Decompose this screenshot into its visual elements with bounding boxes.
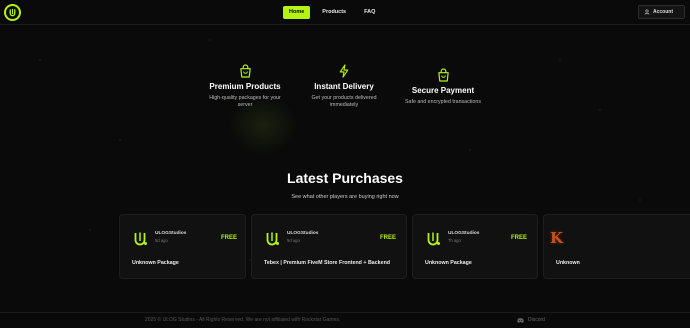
discord-icon [517, 317, 524, 323]
price-badge: FREE [380, 235, 397, 241]
price-badge: FREE [511, 235, 528, 241]
purchase-time: 5d ago [155, 238, 168, 243]
nav-products[interactable]: Products [316, 6, 352, 19]
lightning-bolt-icon [339, 64, 349, 78]
product-thumbnail: K [550, 229, 564, 247]
ulog-logo-icon[interactable] [4, 4, 21, 21]
shopping-bag-icon [239, 64, 251, 78]
seller-name: ULOGStudios [155, 231, 187, 236]
nav-faq[interactable]: FAQ [358, 6, 381, 19]
seller-name: ULOGStudios [448, 231, 480, 236]
feature-premium-products: Premium Products High-quality packages f… [195, 64, 295, 109]
online-dot [144, 242, 147, 245]
latest-purchases-title: Latest Purchases [287, 170, 403, 186]
account-label: Account [653, 9, 673, 15]
purchase-card[interactable]: ULOGStudios 5d ago FREE Tebex | Premium … [251, 214, 407, 279]
feature-desc: High-quality packages for your server [209, 95, 281, 108]
latest-purchases-subtitle: See what other players are buying right … [291, 194, 399, 200]
nav-home[interactable]: Home [283, 5, 311, 19]
feature-desc: Safe and encrypted transactions [405, 99, 481, 105]
discord-link[interactable]: Discord [517, 317, 545, 323]
purchase-card[interactable]: K Unknown [543, 214, 690, 279]
feature-secure-payment: Secure Payment Safe and encrypted transa… [393, 68, 493, 106]
shopping-bag-icon [437, 68, 449, 82]
purchase-card[interactable]: ULOGStudios 5d ago FREE Unknown Package [119, 214, 246, 279]
top-navbar: Home Products FAQ Account [0, 0, 690, 25]
product-name: Tebex | Premium FiveM Store Frontend + B… [264, 260, 391, 266]
product-name: Unknown Package [132, 260, 179, 266]
main-nav: Home Products FAQ [283, 5, 381, 19]
feature-title: Premium Products [209, 82, 281, 91]
feature-desc: Get your products delivered immediately [311, 95, 377, 108]
feature-title: Instant Delivery [314, 82, 374, 91]
footer: 2025 © ULOG Studios - All Rights Reserve… [0, 312, 690, 328]
feature-instant-delivery: Instant Delivery Get your products deliv… [294, 64, 394, 109]
user-icon [644, 9, 650, 15]
discord-label: Discord [528, 317, 545, 323]
purchase-time: 7h ago [448, 238, 461, 243]
product-name: Unknown Package [425, 260, 472, 266]
online-dot [276, 242, 279, 245]
copyright-text: 2025 © ULOG Studios - All Rights Reserve… [145, 317, 341, 323]
price-badge: FREE [221, 235, 238, 241]
seller-name: ULOGStudios [287, 231, 319, 236]
purchase-card[interactable]: ULOGStudios 7h ago FREE Unknown Package [412, 214, 538, 279]
purchase-time: 5d ago [287, 238, 300, 243]
account-button[interactable]: Account [638, 5, 685, 19]
product-name: Unknown [556, 260, 580, 266]
feature-title: Secure Payment [411, 86, 475, 95]
online-dot [437, 242, 440, 245]
